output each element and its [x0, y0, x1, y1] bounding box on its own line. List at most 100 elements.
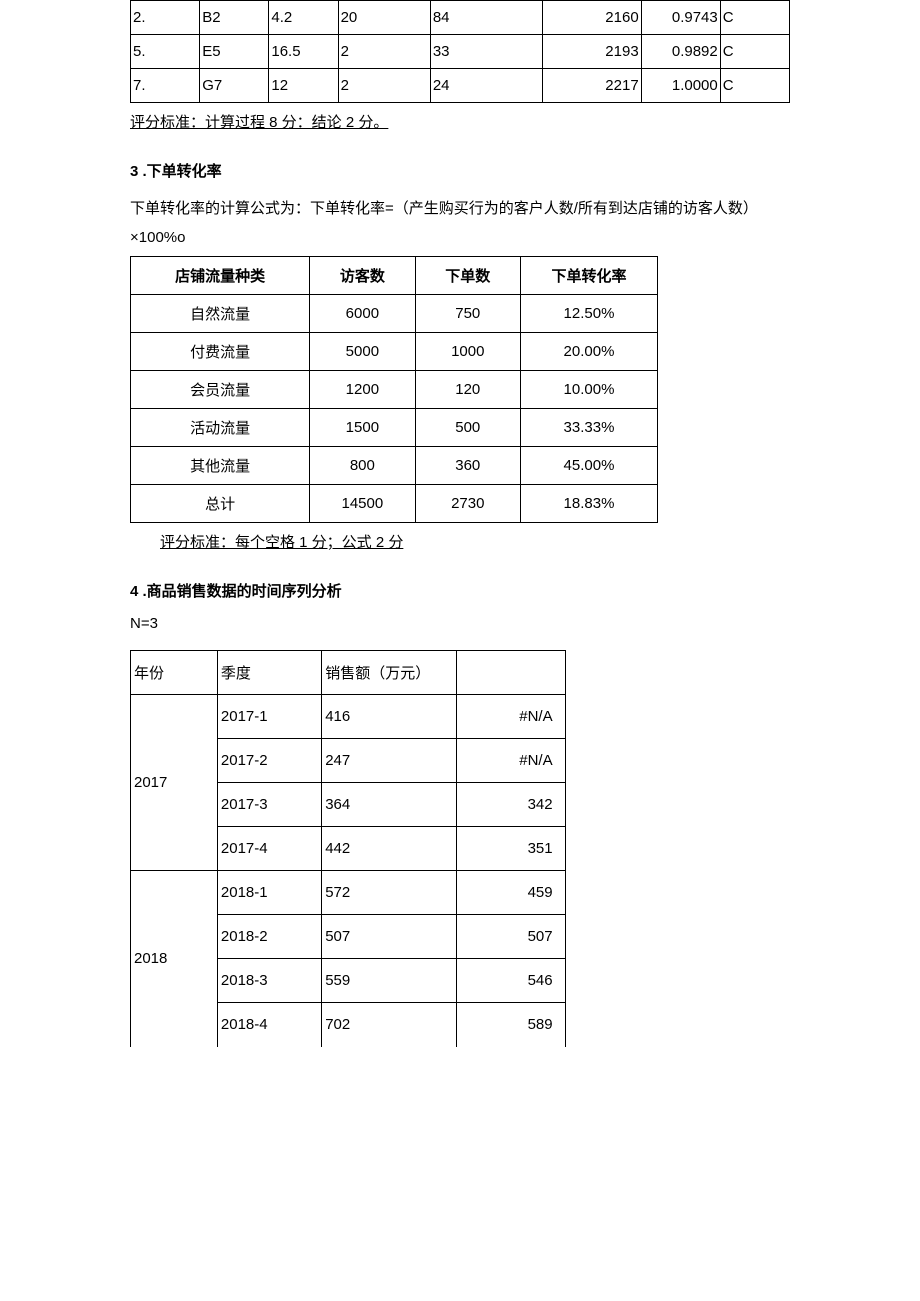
- col-header: 店铺流量种类: [131, 257, 310, 295]
- col-header: 访客数: [310, 257, 415, 295]
- year-cell: 2018: [131, 871, 218, 1047]
- cell: 20.00%: [520, 333, 657, 371]
- cell: 559: [322, 959, 457, 1003]
- col-header: 销售额（万元）: [322, 651, 457, 695]
- col-header: 年份: [131, 651, 218, 695]
- cell: #N/A: [456, 739, 565, 783]
- table-row: 会员流量 1200 120 10.00%: [131, 371, 658, 409]
- col-header: [456, 651, 565, 695]
- cell: 45.00%: [520, 447, 657, 485]
- cell: #N/A: [456, 695, 565, 739]
- cell: 1000: [415, 333, 520, 371]
- cell: 5.: [131, 35, 200, 69]
- cell: 33: [430, 35, 542, 69]
- table-row: 5. E5 16.5 2 33 2193 0.9892 C: [131, 35, 790, 69]
- col-header: 下单转化率: [520, 257, 657, 295]
- cell: 2017-4: [217, 827, 321, 871]
- section-3-para: 下单转化率的计算公式为：下单转化率=（产生购买行为的客户人数/所有到达店铺的访客…: [130, 195, 790, 252]
- cell: 4.2: [269, 1, 338, 35]
- table-row: 7. G7 12 2 24 2217 1.0000 C: [131, 69, 790, 103]
- cell: 20: [338, 1, 430, 35]
- table-row: 2. B2 4.2 20 84 2160 0.9743 C: [131, 1, 790, 35]
- cell: 2: [338, 69, 430, 103]
- cell: 付费流量: [131, 333, 310, 371]
- cell: 2160: [542, 1, 641, 35]
- table-header-row: 年份 季度 销售额（万元）: [131, 651, 566, 695]
- cell: 2018-1: [217, 871, 321, 915]
- col-header: 季度: [217, 651, 321, 695]
- cell: 2193: [542, 35, 641, 69]
- cell: 14500: [310, 485, 415, 523]
- scoring-note-1: 评分标准：计算过程 8 分：结论 2 分。: [130, 111, 790, 132]
- cell: 总计: [131, 485, 310, 523]
- cell: C: [720, 35, 789, 69]
- cell: 247: [322, 739, 457, 783]
- cell: 自然流量: [131, 295, 310, 333]
- cell: 活动流量: [131, 409, 310, 447]
- cell: 442: [322, 827, 457, 871]
- table-row: 付费流量 5000 1000 20.00%: [131, 333, 658, 371]
- cell: 0.9892: [641, 35, 720, 69]
- cell: 33.33%: [520, 409, 657, 447]
- table-row: 其他流量 800 360 45.00%: [131, 447, 658, 485]
- cell: 2018-3: [217, 959, 321, 1003]
- cell: 416: [322, 695, 457, 739]
- table-row: 活动流量 1500 500 33.33%: [131, 409, 658, 447]
- cell: 2.: [131, 1, 200, 35]
- col-header: 下单数: [415, 257, 520, 295]
- cell: 24: [430, 69, 542, 103]
- abc-table-body: 2. B2 4.2 20 84 2160 0.9743 C 5. E5 16.5…: [131, 1, 790, 103]
- cell: 546: [456, 959, 565, 1003]
- cell: 16.5: [269, 35, 338, 69]
- cell: 572: [322, 871, 457, 915]
- time-series-table: 年份 季度 销售额（万元） 2017 2017-1 416 #N/A 2017-…: [130, 650, 566, 1047]
- cell: 7.: [131, 69, 200, 103]
- cell: 2017-3: [217, 783, 321, 827]
- cell: 120: [415, 371, 520, 409]
- cell: 2017-2: [217, 739, 321, 783]
- section-4-heading: 4 .商品销售数据的时间序列分析: [130, 580, 790, 601]
- n3-label: N=3: [130, 615, 790, 632]
- document-page: 2. B2 4.2 20 84 2160 0.9743 C 5. E5 16.5…: [0, 0, 920, 1107]
- cell: 2017-1: [217, 695, 321, 739]
- cell: C: [720, 1, 789, 35]
- cell: 其他流量: [131, 447, 310, 485]
- cell: 84: [430, 1, 542, 35]
- cell: 800: [310, 447, 415, 485]
- cell: 702: [322, 1003, 457, 1047]
- cell: 5000: [310, 333, 415, 371]
- cell: 364: [322, 783, 457, 827]
- cell: 12.50%: [520, 295, 657, 333]
- abc-table: 2. B2 4.2 20 84 2160 0.9743 C 5. E5 16.5…: [130, 0, 790, 103]
- cell: 18.83%: [520, 485, 657, 523]
- cell: C: [720, 69, 789, 103]
- conversion-table: 店铺流量种类 访客数 下单数 下单转化率 自然流量 6000 750 12.50…: [130, 256, 658, 523]
- cell: 1.0000: [641, 69, 720, 103]
- cell: 1500: [310, 409, 415, 447]
- cell: E5: [200, 35, 269, 69]
- cell: 2730: [415, 485, 520, 523]
- cell: 459: [456, 871, 565, 915]
- table-row: 2018 2018-1 572 459: [131, 871, 566, 915]
- year-cell: 2017: [131, 695, 218, 871]
- table-header-row: 店铺流量种类 访客数 下单数 下单转化率: [131, 257, 658, 295]
- cell: G7: [200, 69, 269, 103]
- cell: 507: [456, 915, 565, 959]
- scoring-note-2: 评分标准：每个空格 1 分；公式 2 分: [130, 531, 790, 552]
- cell: 0.9743: [641, 1, 720, 35]
- cell: 2018-2: [217, 915, 321, 959]
- cell: B2: [200, 1, 269, 35]
- cell: 351: [456, 827, 565, 871]
- table-row: 2017 2017-1 416 #N/A: [131, 695, 566, 739]
- cell: 360: [415, 447, 520, 485]
- cell: 507: [322, 915, 457, 959]
- cell: 2: [338, 35, 430, 69]
- cell: 10.00%: [520, 371, 657, 409]
- table-row: 自然流量 6000 750 12.50%: [131, 295, 658, 333]
- cell: 会员流量: [131, 371, 310, 409]
- cell: 2217: [542, 69, 641, 103]
- section-3-heading: 3 .下单转化率: [130, 160, 790, 181]
- cell: 1200: [310, 371, 415, 409]
- cell: 12: [269, 69, 338, 103]
- cell: 589: [456, 1003, 565, 1047]
